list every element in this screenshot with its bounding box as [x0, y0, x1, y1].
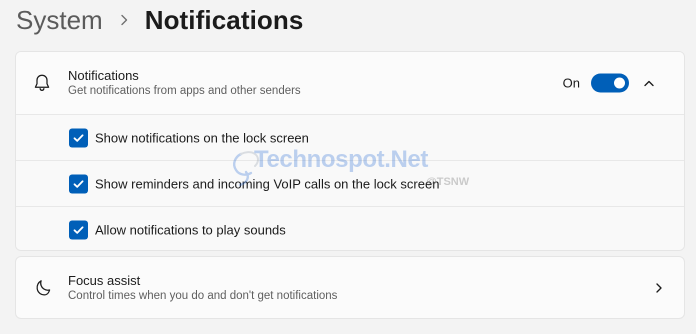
notifications-text: Notifications Get notifications from app… — [68, 67, 301, 99]
option-lock-screen-notifications[interactable]: Show notifications on the lock screen — [16, 114, 684, 160]
play-sounds-label: Allow notifications to play sounds — [95, 222, 286, 237]
breadcrumb-parent[interactable]: System — [16, 3, 103, 37]
notifications-controls: On — [562, 73, 658, 93]
play-sounds-checkbox[interactable] — [69, 220, 88, 239]
chevron-right-icon[interactable] — [650, 279, 668, 297]
toggle-knob — [614, 77, 625, 89]
notifications-header[interactable]: Notifications Get notifications from app… — [16, 52, 684, 114]
breadcrumb: System Notifications — [16, 3, 303, 37]
focus-assist-text: Focus assist Control times when you do a… — [68, 272, 337, 304]
notifications-title: Notifications — [68, 68, 139, 83]
notifications-toggle[interactable] — [591, 73, 629, 93]
lock-screen-notifications-checkbox[interactable] — [69, 128, 88, 147]
notifications-subtitle: Get notifications from apps and other se… — [68, 85, 301, 97]
option-play-sounds[interactable]: Allow notifications to play sounds — [16, 206, 684, 250]
bell-icon — [32, 73, 52, 93]
collapse-chevron-up-icon[interactable] — [640, 74, 658, 92]
focus-assist-card[interactable]: Focus assist Control times when you do a… — [15, 256, 685, 319]
breadcrumb-chevron-icon — [103, 14, 145, 26]
reminders-voip-checkbox[interactable] — [69, 174, 88, 193]
notifications-card: Notifications Get notifications from app… — [15, 51, 685, 251]
focus-assist-title: Focus assist — [68, 272, 141, 288]
focus-assist-subtitle: Control times when you do and don't get … — [68, 289, 338, 302]
lock-screen-notifications-label: Show notifications on the lock screen — [95, 130, 309, 145]
moon-icon — [32, 278, 52, 298]
toggle-state-label: On — [562, 75, 580, 91]
page-title: Notifications — [144, 5, 304, 35]
option-reminders-voip[interactable]: Show reminders and incoming VoIP calls o… — [16, 160, 684, 206]
reminders-voip-label: Show reminders and incoming VoIP calls o… — [95, 176, 440, 191]
